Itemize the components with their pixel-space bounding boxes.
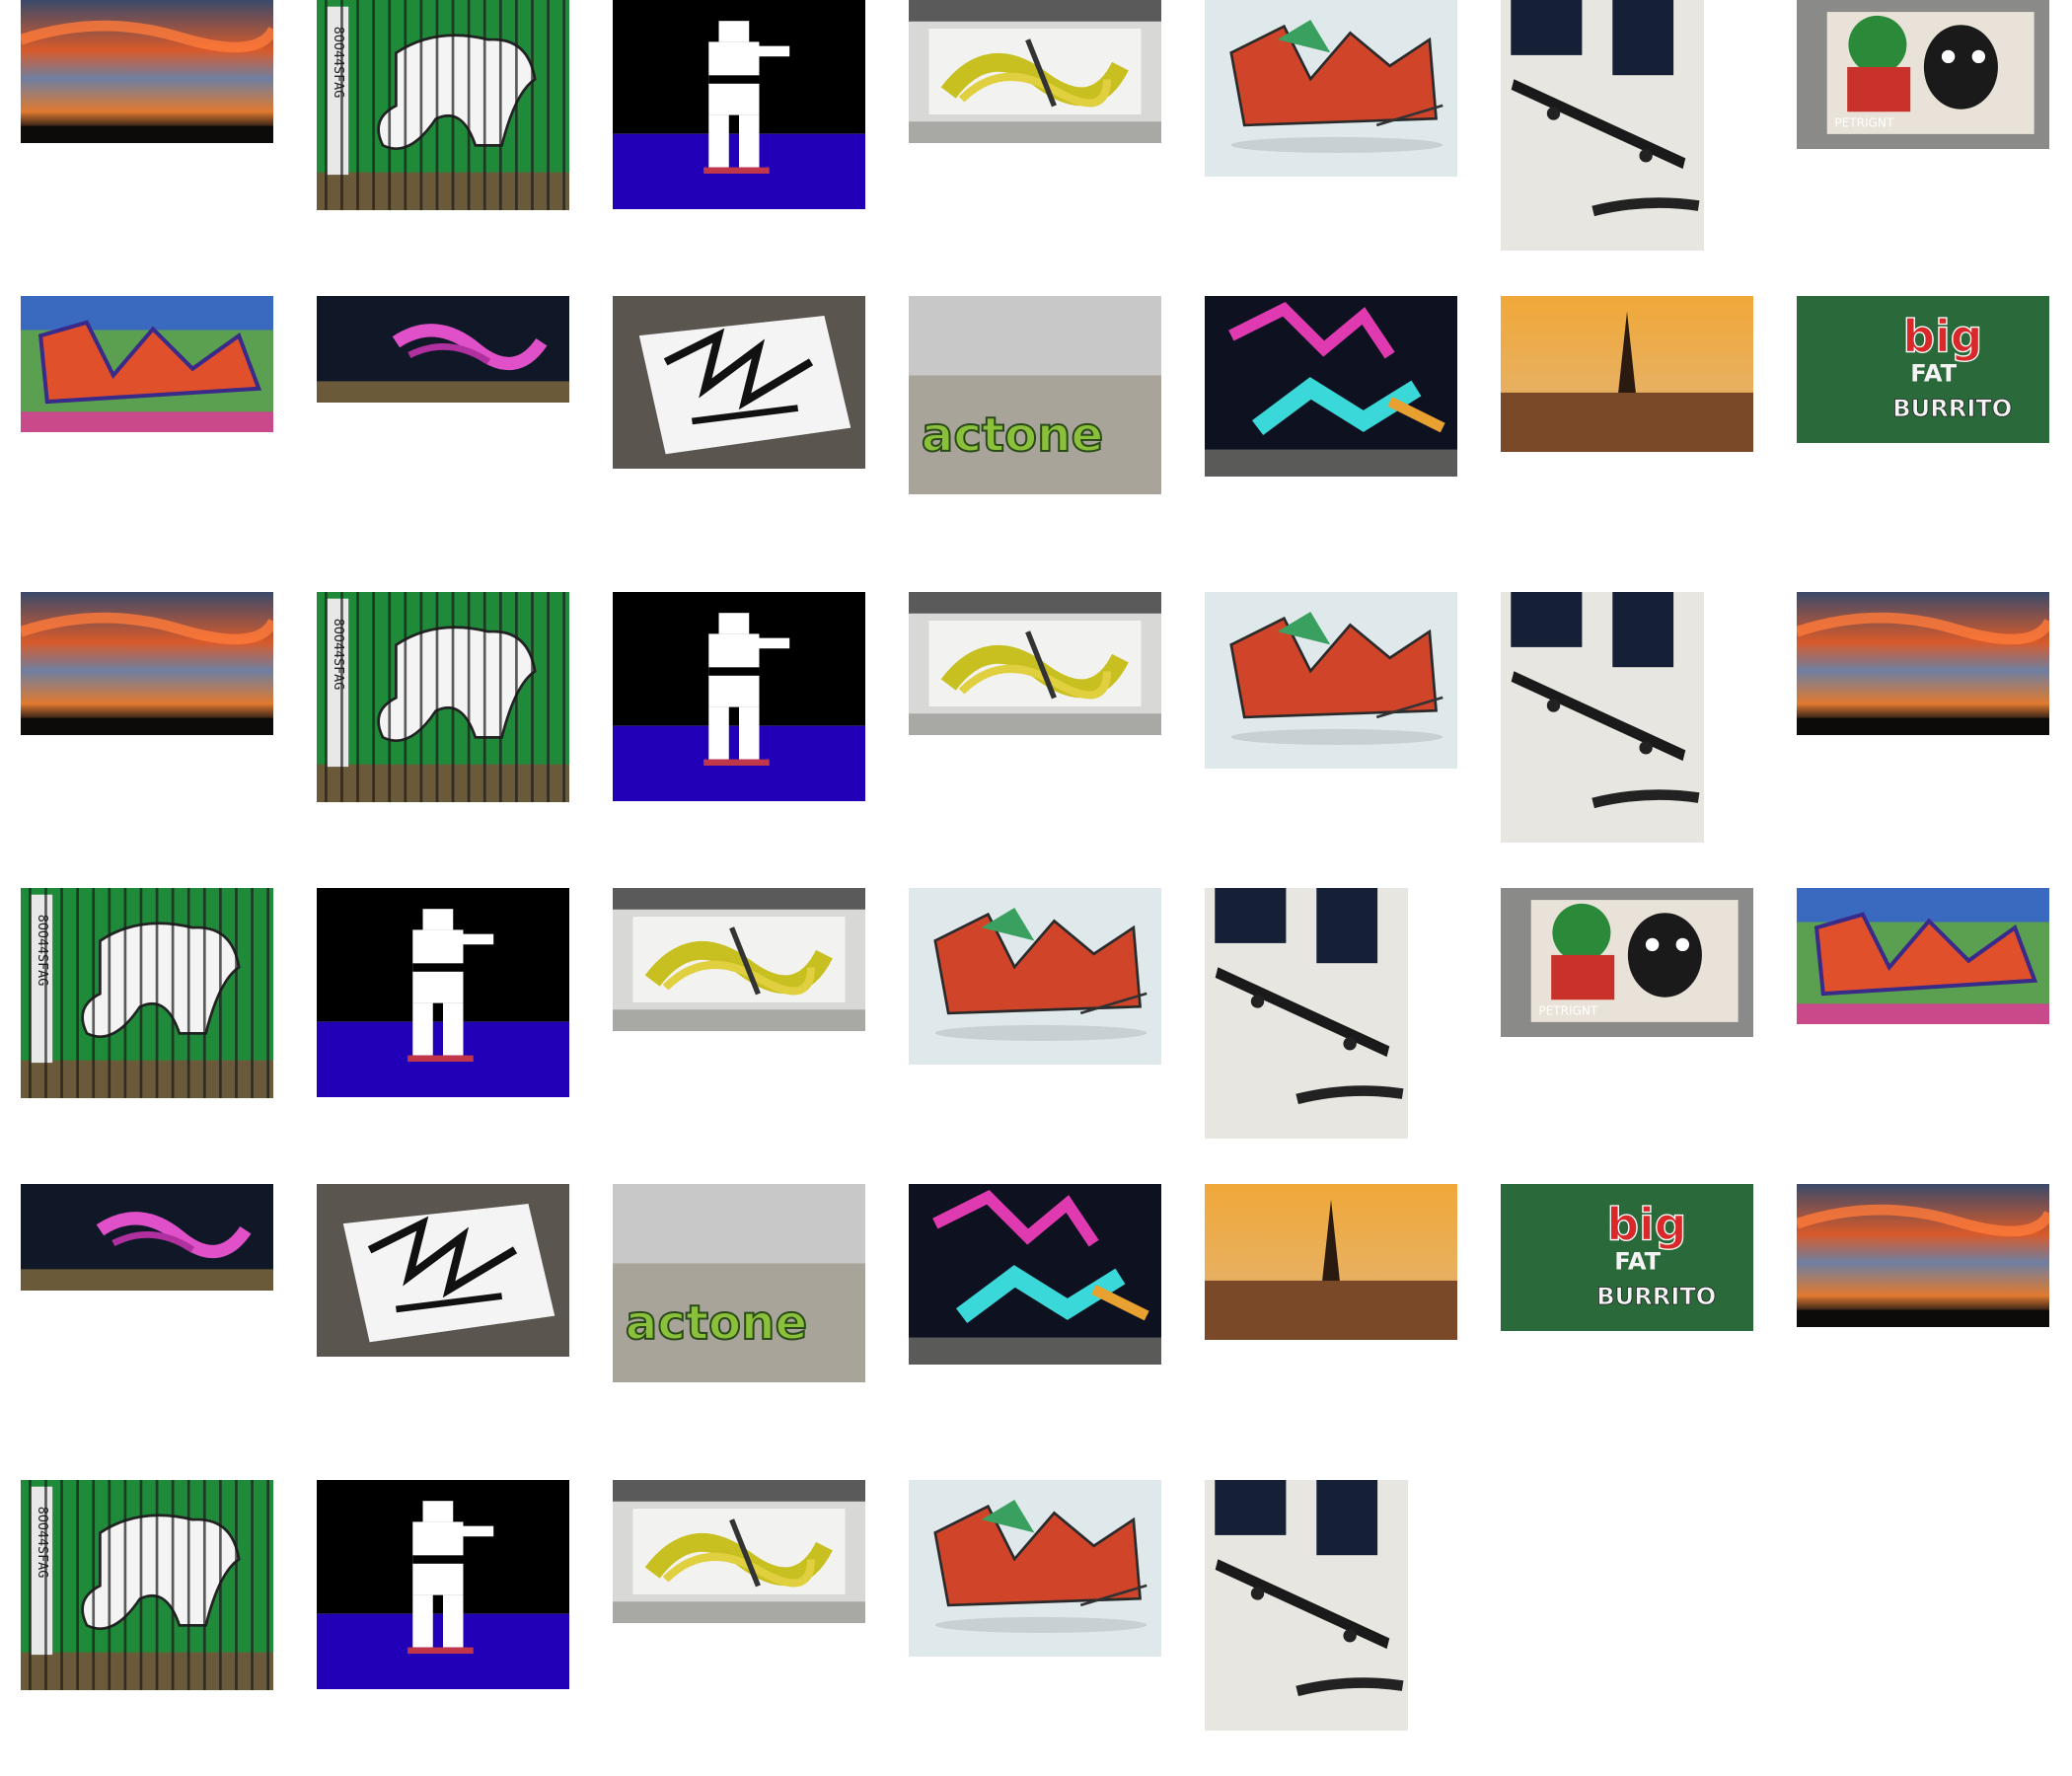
thumbnail-yellow-3d-wall[interactable] [613,1480,865,1623]
image-gallery: 8OO44SFAG PETRIGNT actone big FAT BURRIT… [0,0,2072,1776]
thumbnail-horse-fence[interactable]: 8OO44SFAG [317,592,569,802]
thumbnail-burger-wall[interactable]: PETRIGNT [1501,888,1753,1037]
thumbnail-skateboard[interactable] [1205,1480,1408,1731]
thumbnail-wildstyle-red[interactable] [1797,888,2049,1024]
thumbnail-sunset[interactable] [1797,592,2049,735]
thumbnail-burger-wall[interactable]: PETRIGNT [1797,0,2049,149]
thumbnail-pink-tag-wall[interactable] [21,1184,273,1291]
thumbnail-red-3d-tag[interactable] [909,1480,1161,1657]
thumbnail-karate-pixel[interactable] [317,1480,569,1689]
thumbnail-big-fat-burrito[interactable]: big FAT BURRITO [1501,1184,1753,1331]
svg-text:BURRITO: BURRITO [1596,1283,1716,1310]
thumbnail-black-sticker-tag[interactable] [613,296,865,469]
thumbnail-karate-pixel[interactable] [613,592,865,801]
thumbnail-yellow-3d-wall[interactable] [613,888,865,1031]
thumbnail-yellow-3d-wall[interactable] [909,0,1161,143]
svg-text:PETRIGNT: PETRIGNT [1834,115,1894,129]
thumbnail-paris-eiffel[interactable] [1205,1184,1457,1340]
thumbnail-cyan-pink-wall[interactable] [909,1184,1161,1365]
thumbnail-horse-fence[interactable]: 8OO44SFAG [21,888,273,1098]
thumbnail-skateboard[interactable] [1501,592,1704,843]
thumbnail-red-3d-tag[interactable] [1205,592,1457,769]
thumbnail-karate-pixel[interactable] [317,888,569,1097]
thumbnail-red-3d-tag[interactable] [909,888,1161,1065]
thumbnail-wildstyle-red[interactable] [21,296,273,432]
svg-text:actone: actone [922,407,1103,463]
thumbnail-horse-fence[interactable]: 8OO44SFAG [21,1480,273,1690]
svg-text:big: big [1903,311,1983,363]
thumbnail-black-sticker-tag[interactable] [317,1184,569,1357]
svg-text:FAT: FAT [1614,1247,1661,1275]
svg-text:BURRITO: BURRITO [1892,395,2012,422]
svg-text:PETRIGNT: PETRIGNT [1538,1003,1598,1017]
thumbnail-actone-wall[interactable]: actone [909,296,1161,494]
thumbnail-skateboard[interactable] [1501,0,1704,251]
thumbnail-sunset[interactable] [1797,1184,2049,1327]
svg-text:actone: actone [626,1295,807,1351]
thumbnail-actone-wall[interactable]: actone [613,1184,865,1382]
thumbnail-yellow-3d-wall[interactable] [909,592,1161,735]
thumbnail-paris-eiffel[interactable] [1501,296,1753,452]
thumbnail-big-fat-burrito[interactable]: big FAT BURRITO [1797,296,2049,443]
thumbnail-horse-fence[interactable]: 8OO44SFAG [317,0,569,210]
svg-text:FAT: FAT [1910,359,1957,387]
thumbnail-cyan-pink-wall[interactable] [1205,296,1457,477]
thumbnail-red-3d-tag[interactable] [1205,0,1457,177]
thumbnail-sunset[interactable] [21,0,273,143]
thumbnail-skateboard[interactable] [1205,888,1408,1139]
svg-text:big: big [1607,1199,1687,1251]
thumbnail-sunset[interactable] [21,592,273,735]
thumbnail-pink-tag-wall[interactable] [317,296,569,403]
thumbnail-karate-pixel[interactable] [613,0,865,209]
